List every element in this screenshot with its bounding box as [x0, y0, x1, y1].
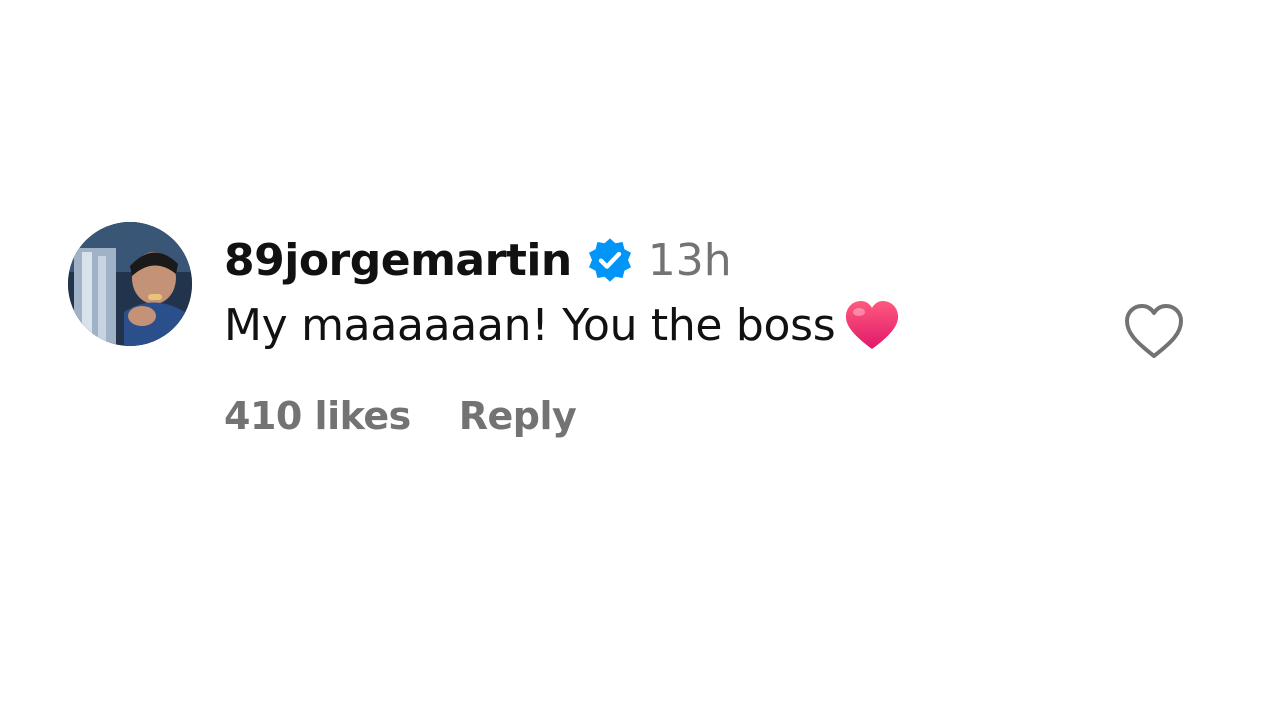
- comment-page: 89jorgemartin 13h My maaaaaan! You the b…: [0, 0, 1280, 720]
- reply-button[interactable]: Reply: [459, 394, 577, 438]
- like-button[interactable]: [1122, 302, 1186, 362]
- avatar[interactable]: [68, 222, 192, 346]
- red-heart-emoji-icon: [843, 299, 901, 351]
- comment-text-line: My maaaaaan! You the boss: [224, 290, 1064, 360]
- comment-meta: 410 likes Reply: [224, 386, 1064, 446]
- comment-item: 89jorgemartin 13h My maaaaaan! You the b…: [68, 222, 1208, 462]
- comment-body: 89jorgemartin 13h My maaaaaan! You the b…: [224, 230, 1064, 446]
- avatar-image: [68, 222, 192, 346]
- comment-header: 89jorgemartin 13h: [224, 230, 1064, 290]
- comment-timestamp[interactable]: 13h: [648, 235, 732, 286]
- heart-outline-icon: [1125, 304, 1183, 358]
- comment-text: My maaaaaan! You the boss: [224, 299, 836, 351]
- likes-count[interactable]: 410 likes: [224, 394, 411, 438]
- verified-badge-icon: [586, 236, 634, 284]
- username-link[interactable]: 89jorgemartin: [224, 235, 572, 286]
